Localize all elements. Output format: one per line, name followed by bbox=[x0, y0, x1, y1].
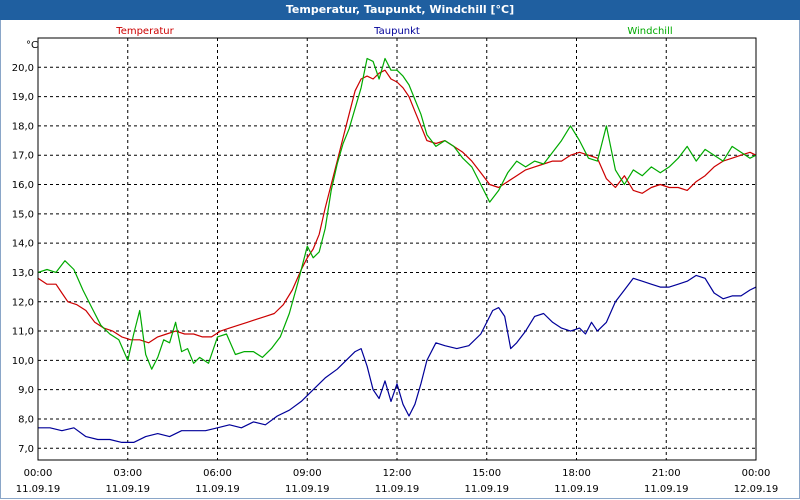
x-tick-date: 11.09.19 bbox=[464, 484, 509, 495]
y-tick-label: 8,0 bbox=[18, 414, 34, 425]
x-tick-date: 11.09.19 bbox=[16, 484, 61, 495]
x-tick-date: 12.09.19 bbox=[734, 484, 779, 495]
x-tick-time: 00:00 bbox=[742, 468, 771, 479]
chart-window: Temperatur, Taupunkt, Windchill [°C] 7,0… bbox=[0, 0, 800, 500]
y-tick-label: 12,0 bbox=[12, 297, 34, 308]
x-tick-time: 18:00 bbox=[562, 468, 591, 479]
tick-labels: 7,0 8,0 9,0 10,0 11,0 12,0 13,0 14,0 15,0 16,0 17,… bbox=[12, 63, 779, 495]
y-tick-label: 11,0 bbox=[12, 327, 34, 338]
y-tick-label: 15,0 bbox=[12, 209, 34, 220]
y-tick-label: 13,0 bbox=[12, 268, 34, 279]
y-tick-label: 19,0 bbox=[12, 92, 34, 103]
x-tick-date: 11.09.19 bbox=[644, 484, 689, 495]
y-tick-label: 16,0 bbox=[12, 180, 34, 191]
x-tick-time: 03:00 bbox=[113, 468, 142, 479]
legend-windchill: Windchill bbox=[627, 26, 672, 37]
y-tick-label: 18,0 bbox=[12, 121, 34, 132]
x-tick-time: 09:00 bbox=[293, 468, 322, 479]
legend-taupunkt: Taupunkt bbox=[373, 26, 420, 37]
x-tick-time: 12:00 bbox=[383, 468, 412, 479]
x-tick-date: 11.09.19 bbox=[375, 484, 420, 495]
grid bbox=[38, 38, 756, 460]
x-tick-time: 06:00 bbox=[203, 468, 232, 479]
y-tick-label: 7,0 bbox=[18, 444, 34, 455]
x-tick-time: 21:00 bbox=[652, 468, 681, 479]
x-tick-time: 15:00 bbox=[472, 468, 501, 479]
y-tick-label: 17,0 bbox=[12, 151, 34, 162]
x-tick-date: 11.09.19 bbox=[285, 484, 330, 495]
y-tick-label: 9,0 bbox=[18, 385, 34, 396]
x-tick-time: 00:00 bbox=[24, 468, 53, 479]
y-axis-label: °C bbox=[26, 40, 38, 51]
chart-svg: 7,0 8,0 9,0 10,0 11,0 12,0 13,0 14,0 15,0 16,0 17,… bbox=[12, 26, 779, 495]
y-tick-label: 10,0 bbox=[12, 356, 34, 367]
y-tick-label: 20,0 bbox=[12, 63, 34, 74]
legend-temperatur: Temperatur bbox=[115, 26, 174, 37]
x-tick-date: 11.09.19 bbox=[554, 484, 599, 495]
x-tick-date: 11.09.19 bbox=[195, 484, 240, 495]
x-tick-date: 11.09.19 bbox=[105, 484, 150, 495]
y-tick-label: 14,0 bbox=[12, 239, 34, 250]
